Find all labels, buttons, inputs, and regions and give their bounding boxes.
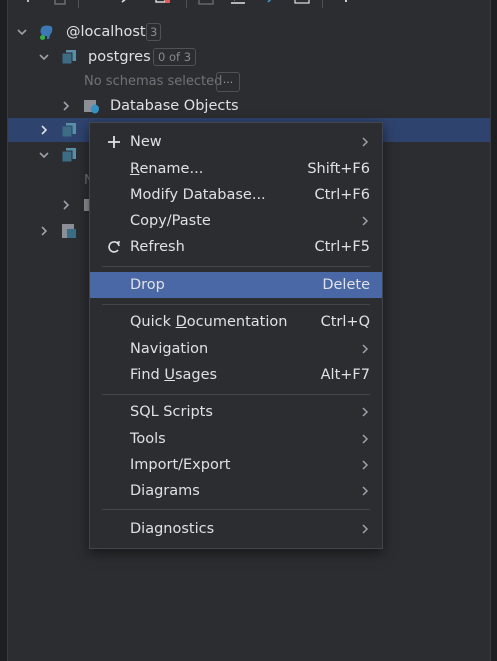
submenu-arrow-icon: [362, 524, 369, 534]
menu-label-import-export: Import/Export: [130, 457, 231, 473]
menu-item-navigation[interactable]: Navigation: [90, 336, 382, 362]
menu-item-diagnostics[interactable]: Diagnostics: [90, 516, 382, 542]
label-part: ocumentation: [186, 314, 288, 330]
tree-item-localhost[interactable]: @localhost 3: [8, 20, 490, 44]
chevron-down-icon[interactable]: [38, 51, 50, 63]
database-icon: [61, 148, 76, 163]
menu-item-new[interactable]: New: [90, 129, 382, 155]
menu-item-refresh[interactable]: Refresh Ctrl+F5: [90, 234, 382, 260]
menu-label-quick-documentation: Quick Documentation: [130, 312, 287, 332]
tree-label-postgres: postgres: [88, 49, 151, 65]
shortcut-drop: Delete: [322, 277, 370, 293]
menu-item-rename[interactable]: Rename... Shift+F6: [90, 156, 382, 182]
submenu-arrow-icon: [362, 137, 369, 147]
database-icon: [61, 50, 76, 65]
database-objects-icon: [84, 100, 99, 114]
menu-item-copy-paste[interactable]: Copy/Paste: [90, 208, 382, 234]
tree-item-database-objects[interactable]: Database Objects: [8, 94, 490, 118]
menu-label-find-usages: Find Usages: [130, 365, 217, 385]
menu-item-quick-documentation[interactable]: Quick Documentation Ctrl+Q: [90, 309, 382, 335]
menu-label-diagnostics: Diagnostics: [130, 521, 215, 537]
menu-label-modify-database: Modify Database...: [130, 187, 266, 203]
submenu-arrow-icon: [362, 486, 369, 496]
menu-separator: [102, 266, 370, 267]
toolbar: [8, 0, 490, 10]
label-part: Find: [130, 367, 165, 383]
filter-icon[interactable]: [338, 0, 354, 6]
menu-item-import-export[interactable]: Import/Export: [90, 452, 382, 478]
edit-icon[interactable]: [230, 0, 246, 6]
sql-console-icon[interactable]: [294, 0, 310, 6]
menu-item-diagrams[interactable]: Diagrams: [90, 478, 382, 504]
database-icon: [61, 123, 76, 138]
toolbar-separator: [322, 0, 323, 8]
menu-item-tools[interactable]: Tools: [90, 426, 382, 452]
label-part: sages: [174, 367, 218, 383]
menu-separator: [102, 304, 370, 305]
right-tool-strip: [490, 0, 497, 661]
shortcut-find-usages: Alt+F7: [320, 367, 370, 383]
shortcut-refresh: Ctrl+F5: [314, 239, 370, 255]
chevron-right-icon[interactable]: [38, 225, 50, 237]
menu-separator: [102, 509, 370, 510]
table-icon[interactable]: [198, 0, 214, 6]
plus-icon: [108, 136, 120, 148]
select-schemas-button[interactable]: ...: [216, 72, 240, 92]
menu-separator: [102, 394, 370, 395]
toolbar-separator: [78, 0, 79, 8]
toolbar-separator: [186, 0, 187, 8]
refresh-icon[interactable]: [92, 0, 108, 6]
menu-label-tools: Tools: [130, 431, 166, 447]
stop-icon[interactable]: [154, 0, 170, 6]
label-part: Quick: [130, 314, 176, 330]
menu-label-sql-scripts: SQL Scripts: [130, 404, 213, 420]
menu-item-modify-database[interactable]: Modify Database... Ctrl+F6: [90, 182, 382, 208]
duplicate-icon[interactable]: [52, 0, 68, 6]
schema-count-badge: 0 of 3: [153, 48, 197, 66]
no-schemas-hint: No schemas selected: [84, 74, 223, 89]
menu-item-drop[interactable]: Drop Delete: [90, 272, 382, 298]
left-tool-strip: [0, 0, 8, 661]
shortcut-modify-database: Ctrl+F6: [314, 187, 370, 203]
menu-label-navigation: Navigation: [130, 341, 209, 357]
submenu-arrow-icon: [362, 460, 369, 470]
chevron-right-icon[interactable]: [60, 199, 72, 211]
menu-label-drop: Drop: [130, 277, 165, 293]
refresh-icon: [108, 241, 120, 253]
submenu-arrow-icon: [362, 344, 369, 354]
label-part: ename...: [139, 161, 204, 177]
chevron-down-icon[interactable]: [38, 149, 50, 161]
tree-item-postgres[interactable]: postgres 0 of 3: [8, 45, 490, 69]
submenu-arrow-icon: [362, 434, 369, 444]
context-menu: New Rename... Shift+F6 Modify Database..…: [89, 122, 383, 549]
menu-label-refresh: Refresh: [130, 239, 185, 255]
shortcut-quick-documentation: Ctrl+Q: [320, 314, 370, 330]
menu-item-sql-scripts[interactable]: SQL Scripts: [90, 399, 382, 425]
jump-to-source-icon[interactable]: [260, 0, 276, 6]
server-objects-icon: [62, 224, 76, 238]
chevron-right-icon[interactable]: [38, 124, 50, 136]
mnemonic: U: [164, 367, 175, 383]
tree-item-schemas-hint: No schemas selected ...: [8, 70, 490, 94]
mnemonic: D: [175, 314, 187, 330]
menu-label-copy-paste: Copy/Paste: [130, 213, 211, 229]
submenu-arrow-icon: [362, 216, 369, 226]
menu-label-diagrams: Diagrams: [130, 483, 200, 499]
postgres-elephant-icon: [40, 25, 53, 40]
menu-item-find-usages[interactable]: Find Usages Alt+F7: [90, 362, 382, 388]
tree-label-localhost: @localhost: [66, 24, 146, 40]
tree-label-database-objects: Database Objects: [110, 98, 239, 114]
properties-icon[interactable]: [120, 0, 136, 6]
chevron-down-icon[interactable]: [16, 26, 28, 38]
shortcut-rename: Shift+F6: [307, 161, 370, 177]
menu-label-rename: Rename...: [130, 159, 203, 179]
menu-label-new: New: [130, 134, 162, 150]
add-icon[interactable]: [20, 0, 36, 6]
submenu-arrow-icon: [362, 407, 369, 417]
connection-count-badge: 3: [146, 23, 162, 41]
chevron-right-icon[interactable]: [60, 100, 72, 112]
